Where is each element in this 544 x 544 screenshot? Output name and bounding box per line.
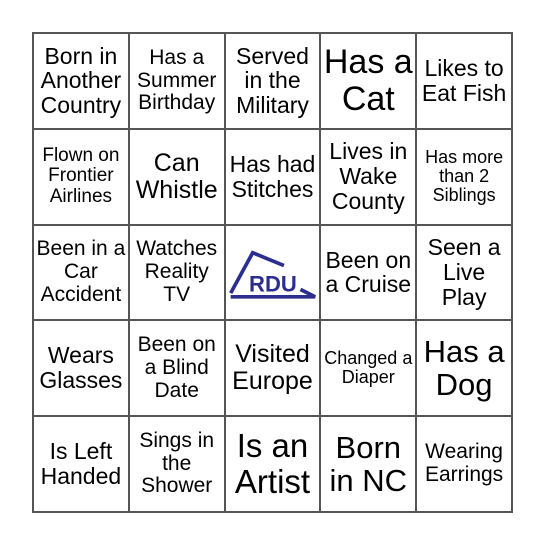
cell-label: Can Whistle — [135, 148, 218, 204]
bingo-cell[interactable]: Wears Glasses — [33, 320, 129, 417]
cell-label: Been on a Cruise — [325, 246, 412, 298]
cell-label: Has a Summer Birthday — [137, 45, 217, 115]
bingo-cell[interactable]: Born in NC — [320, 416, 417, 512]
bingo-cell[interactable]: Seen a Live Play — [416, 224, 512, 321]
bingo-cell[interactable]: Has a Summer Birthday — [128, 33, 225, 129]
cell-label: Is an Artist — [234, 427, 311, 501]
cell-label: Visited Europe — [232, 340, 313, 396]
bingo-cell[interactable]: Likes to Eat Fish — [416, 33, 512, 129]
bingo-card: Born in Another Country Has a Summer Birt… — [32, 32, 513, 513]
bingo-cell[interactable]: Is Left Handed — [33, 416, 129, 512]
cell-label: Flown on Frontier Airlines — [42, 144, 120, 207]
bingo-cell[interactable]: Is an Artist — [224, 416, 321, 512]
bingo-cell[interactable]: Wearing Earrings — [416, 416, 512, 512]
bingo-cell[interactable]: Can Whistle — [128, 128, 225, 225]
rdu-logo-icon: RDU — [228, 250, 316, 300]
cell-label: Likes to Eat Fish — [421, 55, 507, 106]
bingo-cell[interactable]: Been on a Cruise — [320, 224, 417, 321]
cell-label: Wearing Earrings — [424, 440, 504, 487]
bingo-cell[interactable]: Lives in Wake County — [320, 128, 417, 225]
cell-label: Been on a Blind Date — [137, 333, 216, 402]
bingo-cell[interactable]: Changed a Diaper — [320, 320, 417, 417]
bingo-cell[interactable]: Sings in the Shower — [128, 416, 225, 512]
cell-label: Watches Reality TV — [136, 237, 218, 306]
bingo-cell[interactable]: Has a Cat — [320, 33, 417, 129]
bingo-cell[interactable]: Served in the Military — [224, 33, 321, 129]
cell-label: Wears Glasses — [39, 342, 123, 394]
bingo-cell[interactable]: Watches Reality TV — [128, 224, 225, 321]
cell-label: Born in NC — [329, 429, 408, 499]
cell-label: Has had Stitches — [229, 150, 316, 202]
free-space-cell[interactable]: RDU — [224, 224, 321, 321]
cell-label: Lives in Wake County — [329, 138, 408, 215]
cell-label: Been in a Car Accident — [36, 237, 126, 306]
cell-label: Has more than 2 Siblings — [425, 146, 504, 206]
bingo-cell[interactable]: Flown on Frontier Airlines — [33, 128, 129, 225]
cell-label: Changed a Diaper — [324, 347, 413, 388]
bingo-cell[interactable]: Has a Dog — [416, 320, 512, 417]
cell-label: Born in Another Country — [40, 42, 122, 119]
bingo-cell[interactable]: Been on a Blind Date — [128, 320, 225, 417]
bingo-cell[interactable]: Born in Another Country — [33, 33, 129, 129]
cell-label: Has a Dog — [423, 333, 505, 403]
bingo-cell[interactable]: Has had Stitches — [224, 128, 321, 225]
cell-label: Is Left Handed — [40, 438, 122, 490]
cell-label: Has a Cat — [323, 43, 413, 118]
bingo-cell[interactable]: Visited Europe — [224, 320, 321, 417]
logo-text: RDU — [249, 272, 297, 297]
bingo-cell[interactable]: Has more than 2 Siblings — [416, 128, 512, 225]
cell-label: Seen a Live Play — [427, 234, 501, 310]
cell-label: Sings in the Shower — [139, 429, 215, 498]
bingo-cell[interactable]: Been in a Car Accident — [33, 224, 129, 321]
cell-label: Served in the Military — [236, 42, 309, 119]
